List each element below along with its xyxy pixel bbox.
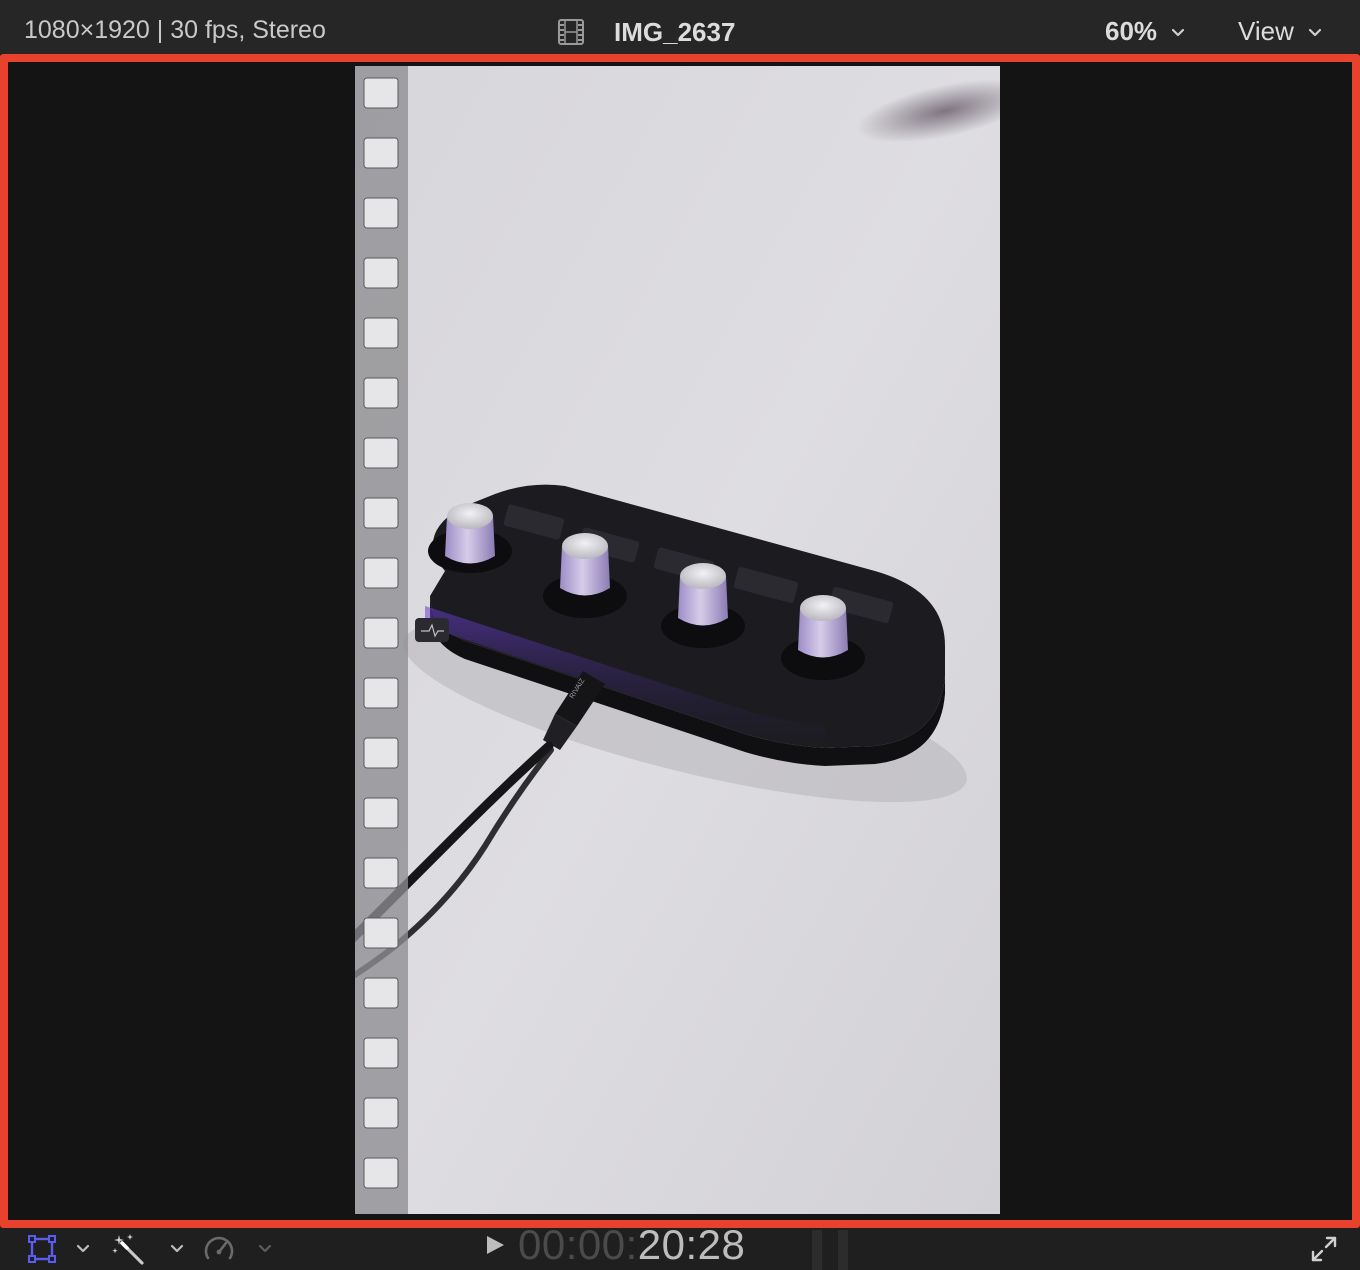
view-label: View [1238,16,1294,46]
transform-crop-icon [28,1235,56,1263]
expand-fullscreen-icon [1311,1236,1337,1262]
transform-button[interactable] [24,1228,60,1270]
zoom-dropdown[interactable]: 60% [1105,16,1185,47]
toolbar-divider [838,1230,848,1270]
video-frame-image: RIVAIZ [355,66,1000,1214]
film-strip-icon [558,19,584,45]
chevron-down-icon [76,1244,90,1253]
speedometer-icon [204,1236,234,1260]
retime-button[interactable] [200,1228,238,1270]
timecode-leading: 00:00: [518,1221,638,1268]
chevron-down-icon [1171,28,1185,36]
fullscreen-button[interactable] [1306,1228,1342,1270]
viewer-header: 1080×1920 | 30 fps, Stereo IMG_2637 60% … [0,0,1360,54]
play-icon[interactable] [484,1234,506,1256]
enhance-menu-button[interactable] [166,1228,188,1270]
retime-menu-button[interactable] [254,1228,276,1270]
enhance-button[interactable] [110,1228,148,1270]
timecode-value: 20:28 [637,1221,746,1268]
viewer-background: RIVAIZ [10,64,1350,1218]
chevron-down-icon [1308,28,1321,36]
viewer-toolbar: 00:00: 20:28 [0,1221,1360,1270]
viewer-canvas[interactable]: RIVAIZ [0,54,1360,1228]
chevron-down-icon [170,1244,184,1253]
format-info: 1080×1920 | 30 fps, Stereo [24,16,326,44]
chevron-down-icon [258,1244,272,1253]
toolbar-divider [812,1230,822,1270]
timecode-display[interactable]: 00:00: 20:28 [484,1221,746,1268]
zoom-label: 60% [1105,16,1158,46]
clip-title: IMG_2637 [558,16,735,48]
transform-menu-button[interactable] [72,1228,94,1270]
magic-wand-icon [112,1234,144,1265]
clip-name: IMG_2637 [614,16,736,47]
video-frame: RIVAIZ [355,66,1000,1214]
view-menu-button[interactable]: View [1238,16,1322,47]
